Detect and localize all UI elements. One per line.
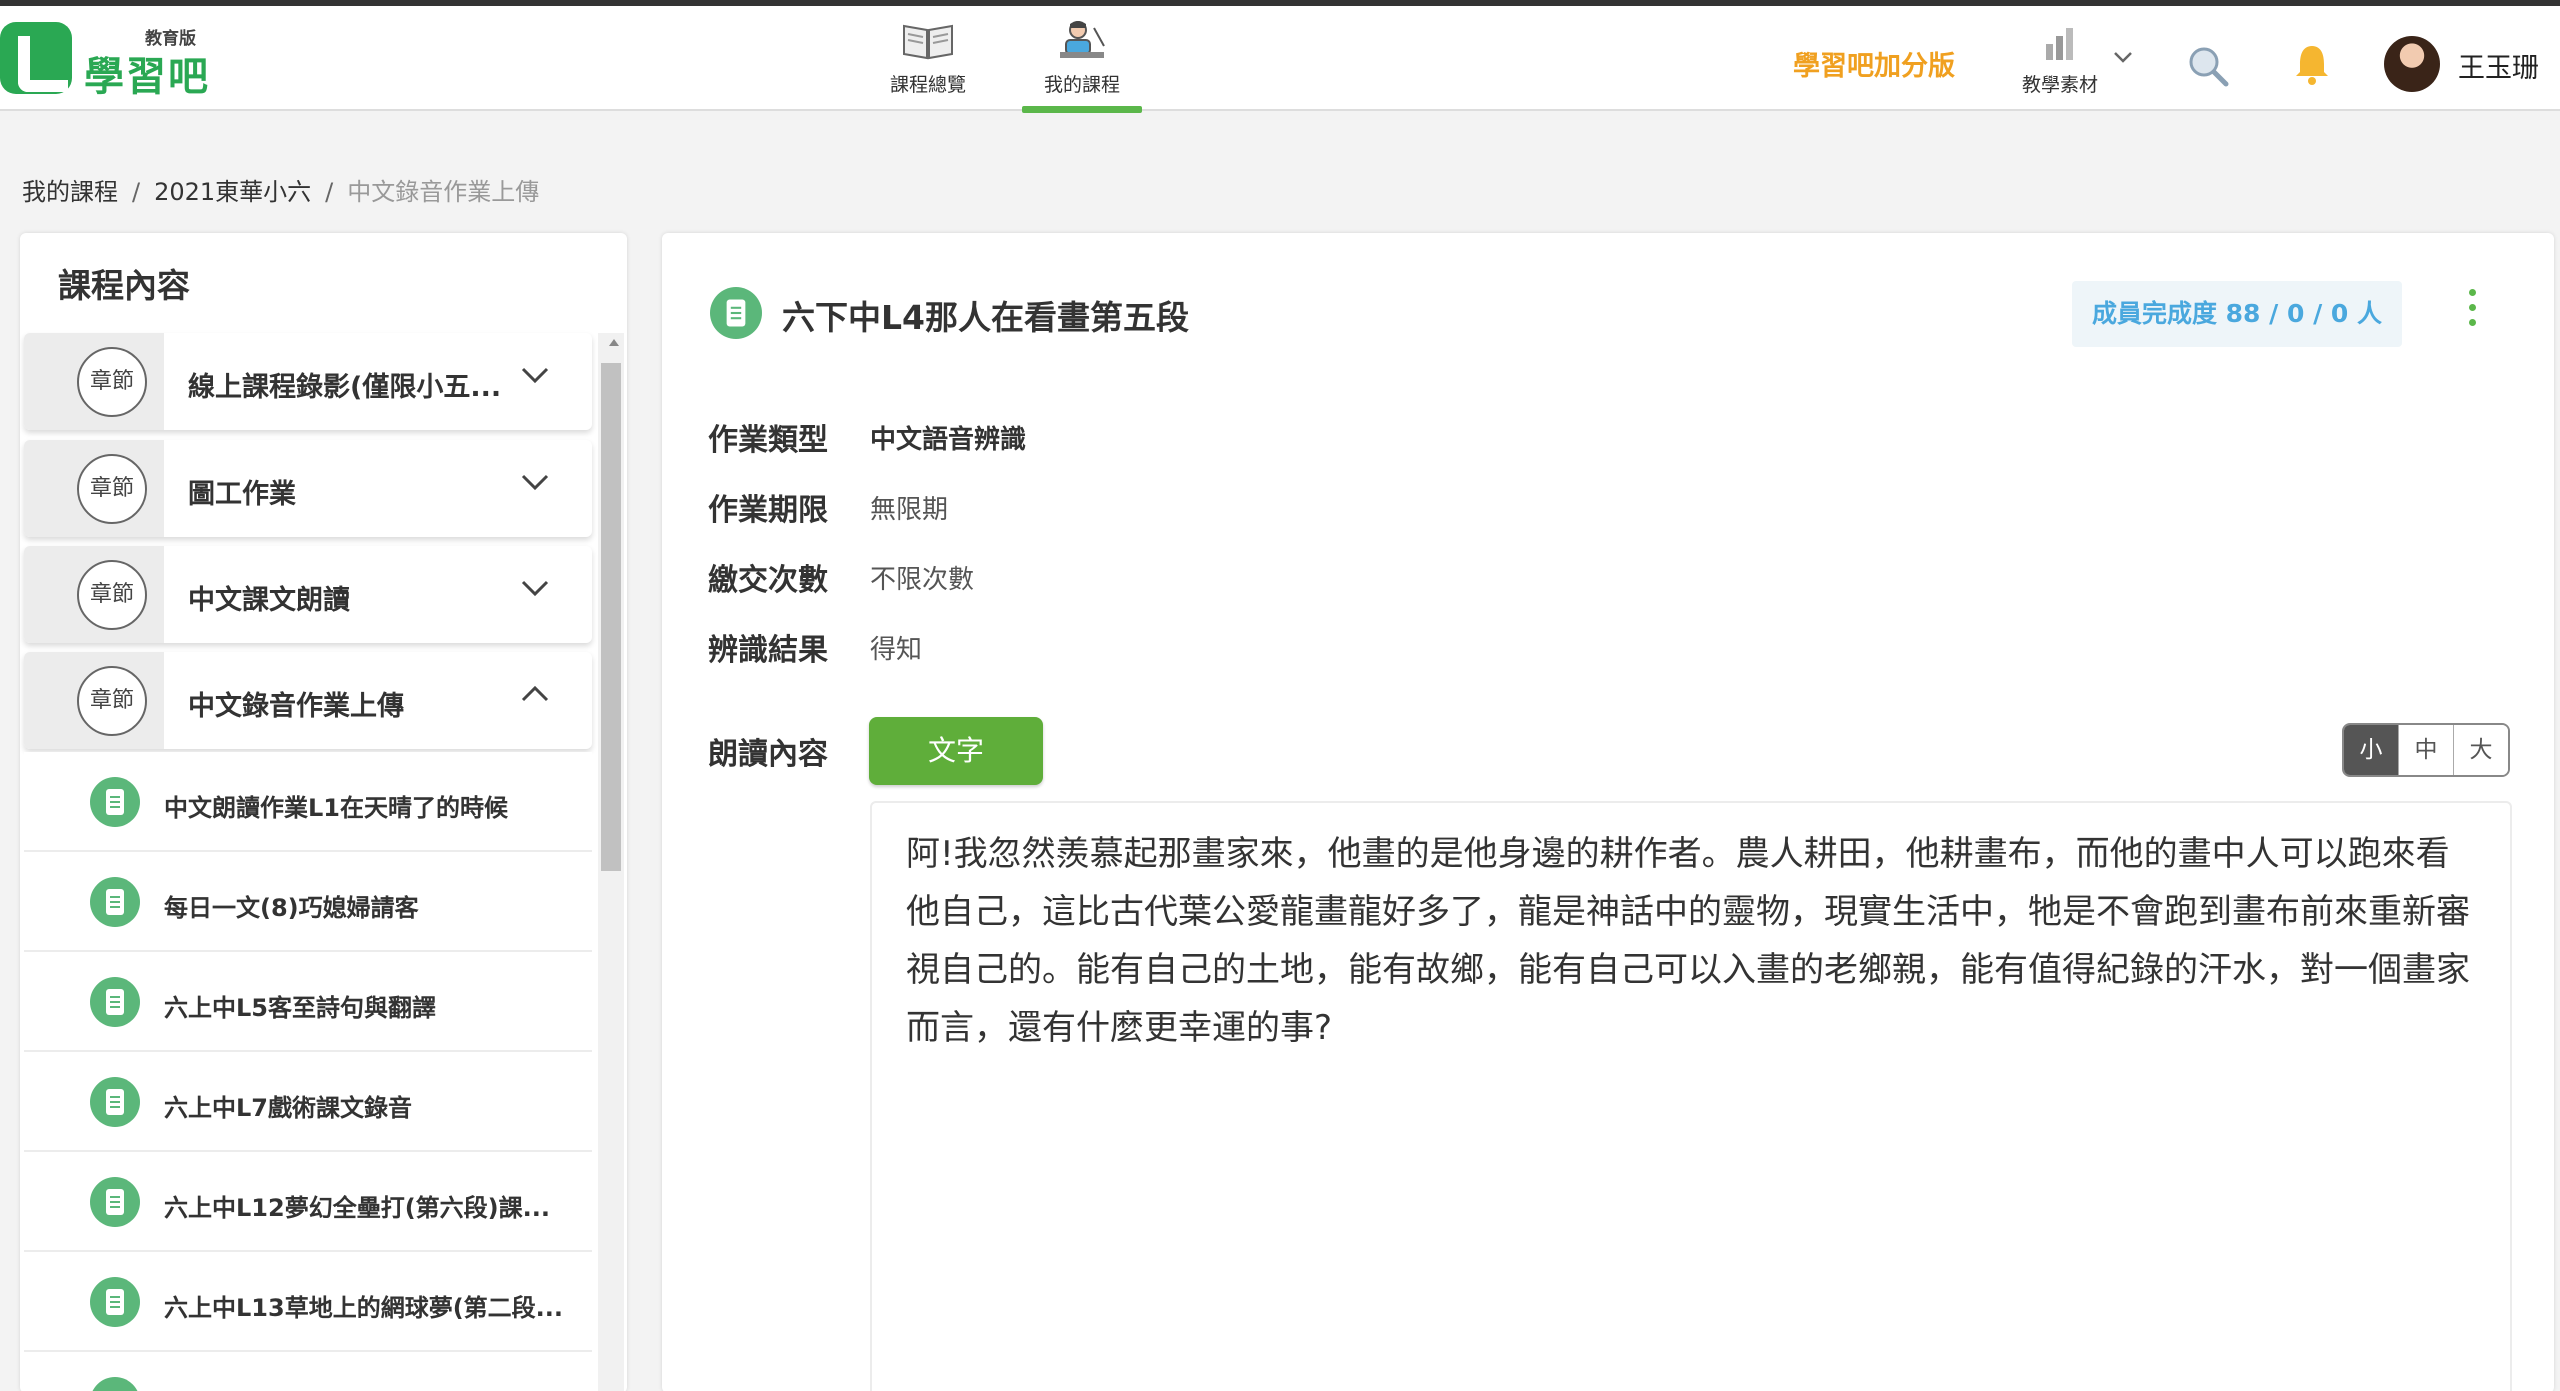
- nav-active-underline: [1022, 106, 1142, 113]
- lesson-item[interactable]: 六上中L7戲術課文錄音: [24, 1052, 592, 1152]
- lesson-label: 每日一文(8)巧媳婦請客: [164, 894, 419, 922]
- chapter-badge: 章節: [77, 560, 147, 630]
- lesson-label: 六上中L5客至詩句與翻譯: [164, 994, 436, 1022]
- nav-label: 課程總覽: [889, 74, 966, 96]
- chevron-down-icon[interactable]: [520, 578, 550, 598]
- breadcrumb-separator: /: [325, 178, 334, 206]
- nav-my-courses[interactable]: 我的課程: [1022, 16, 1142, 101]
- breadcrumb-item-current: 中文錄音作業上傳: [347, 178, 540, 206]
- lesson-item[interactable]: 六上中L5客至詩句與翻譯: [24, 952, 592, 1052]
- chapter-item[interactable]: 章節 圖工作業: [24, 440, 592, 537]
- chapter-item[interactable]: 章節 中文課文朗讀: [24, 546, 592, 643]
- lesson-item-partial[interactable]: [24, 1352, 592, 1391]
- chevron-down-icon[interactable]: [520, 472, 550, 492]
- chevron-down-icon[interactable]: [2112, 50, 2134, 64]
- lesson-item[interactable]: 六上中L13草地上的網球夢(第二段...: [24, 1252, 592, 1352]
- field-value-type: 中文語音辨識: [870, 425, 1027, 455]
- chevron-up-icon[interactable]: [520, 684, 550, 704]
- scroll-up-arrow-icon[interactable]: [609, 339, 619, 346]
- font-size-medium-button[interactable]: 中: [2398, 725, 2453, 775]
- teacher-icon: [1060, 21, 1105, 58]
- lesson-label: 六上中L13草地上的網球夢(第二段...: [164, 1294, 564, 1322]
- chapter-badge: 章節: [77, 454, 147, 524]
- lesson-item[interactable]: 中文朗讀作業L1在天晴了的時候: [24, 752, 592, 852]
- course-content-sidebar: 課程內容 章節 線上課程錄影(僅限小五... 章節 圖工作業 章節 中文課文朗讀…: [20, 233, 627, 1391]
- field-label-deadline: 作業期限: [708, 493, 828, 528]
- reading-text-box: 阿!我忽然羨慕起那畫家來，他畫的是他身邊的耕作者。農人耕田，他耕畫布，而他的畫中…: [870, 801, 2512, 1391]
- assignment-detail-panel: 六下中L4那人在看畫第五段 成員完成度 88 / 0 / 0 人 作業類型 中文…: [662, 233, 2554, 1391]
- document-icon: [90, 777, 140, 827]
- chapter-item[interactable]: 章節 線上課程錄影(僅限小五...: [24, 333, 592, 430]
- chapter-label: 中文課文朗讀: [188, 585, 350, 616]
- more-options-icon[interactable]: [2462, 289, 2482, 339]
- breadcrumb-item-class[interactable]: 2021東華小六: [154, 178, 311, 206]
- document-icon: [90, 977, 140, 1027]
- chapter-label: 線上課程錄影(僅限小五...: [188, 372, 502, 403]
- lesson-item[interactable]: 每日一文(8)巧媳婦請客: [24, 852, 592, 952]
- assignment-title: 六下中L4那人在看畫第五段: [782, 298, 1189, 337]
- document-icon: [90, 877, 140, 927]
- teaching-material-menu[interactable]: 教學素材: [2010, 20, 2110, 105]
- document-icon: [710, 287, 762, 339]
- nav-course-overview[interactable]: 課程總覽: [868, 16, 988, 101]
- reading-content-label: 朗讀內容: [708, 737, 828, 772]
- document-icon: [92, 1377, 138, 1391]
- member-completion-badge[interactable]: 成員完成度 88 / 0 / 0 人: [2072, 281, 2402, 347]
- sidebar-title: 課程內容: [58, 266, 190, 305]
- breadcrumb: 我的課程 / 2021東華小六 / 中文錄音作業上傳: [22, 172, 539, 207]
- font-size-toggle: 小 中 大: [2342, 723, 2510, 777]
- field-value-deadline: 無限期: [870, 495, 949, 525]
- logo-mark-icon: [0, 22, 72, 94]
- logo-text: 學習吧: [84, 54, 210, 100]
- search-icon[interactable]: [2186, 44, 2230, 88]
- field-label-submissions: 繳交次數: [708, 563, 828, 598]
- font-size-small-button[interactable]: 小: [2344, 725, 2398, 775]
- user-avatar[interactable]: [2384, 36, 2440, 92]
- chapter-item-expanded[interactable]: 章節 中文錄音作業上傳: [24, 652, 592, 749]
- document-icon: [90, 1277, 140, 1327]
- chapter-badge: 章節: [77, 347, 147, 417]
- reading-text: 阿!我忽然羨慕起那畫家來，他畫的是他身邊的耕作者。農人耕田，他耕畫布，而他的畫中…: [906, 834, 2470, 1048]
- site-logo[interactable]: 教育版 學習吧: [0, 22, 220, 102]
- lesson-label: 六上中L12夢幻全壘打(第六段)課...: [164, 1194, 550, 1222]
- chart-bars-icon: [2046, 28, 2073, 60]
- field-value-result: 得知: [870, 635, 923, 665]
- lesson-label: 中文朗讀作業L1在天晴了的時候: [164, 794, 508, 822]
- text-mode-button[interactable]: 文字: [869, 717, 1043, 785]
- bonus-edition-link[interactable]: 學習吧加分版: [1793, 44, 1955, 83]
- sidebar-scroll-thumb[interactable]: [601, 363, 621, 871]
- breadcrumb-item-my-courses[interactable]: 我的課程: [22, 178, 118, 206]
- chevron-down-icon[interactable]: [520, 365, 550, 385]
- book-icon: [903, 24, 953, 60]
- document-icon: [90, 1077, 140, 1127]
- breadcrumb-separator: /: [132, 178, 141, 206]
- lesson-item[interactable]: 六上中L12夢幻全壘打(第六段)課...: [24, 1152, 592, 1252]
- field-label-type: 作業類型: [708, 423, 828, 458]
- font-size-large-button[interactable]: 大: [2453, 725, 2508, 775]
- user-name[interactable]: 王玉珊: [2458, 46, 2539, 85]
- top-header: 教育版 學習吧 課程總覽 我的課程 學習吧加分版 教學素材 王玉珊: [0, 6, 2560, 113]
- document-icon: [90, 1177, 140, 1227]
- chapter-label: 中文錄音作業上傳: [188, 691, 404, 722]
- nav-label: 我的課程: [1043, 74, 1120, 96]
- teaching-material-label: 教學素材: [2021, 74, 2098, 96]
- chapter-badge: 章節: [77, 666, 147, 736]
- lesson-label: 六上中L7戲術課文錄音: [164, 1094, 412, 1122]
- bell-icon[interactable]: [2292, 42, 2332, 86]
- field-value-submissions: 不限次數: [870, 565, 975, 595]
- chapter-label: 圖工作業: [188, 479, 296, 510]
- field-label-result: 辨識結果: [708, 633, 828, 668]
